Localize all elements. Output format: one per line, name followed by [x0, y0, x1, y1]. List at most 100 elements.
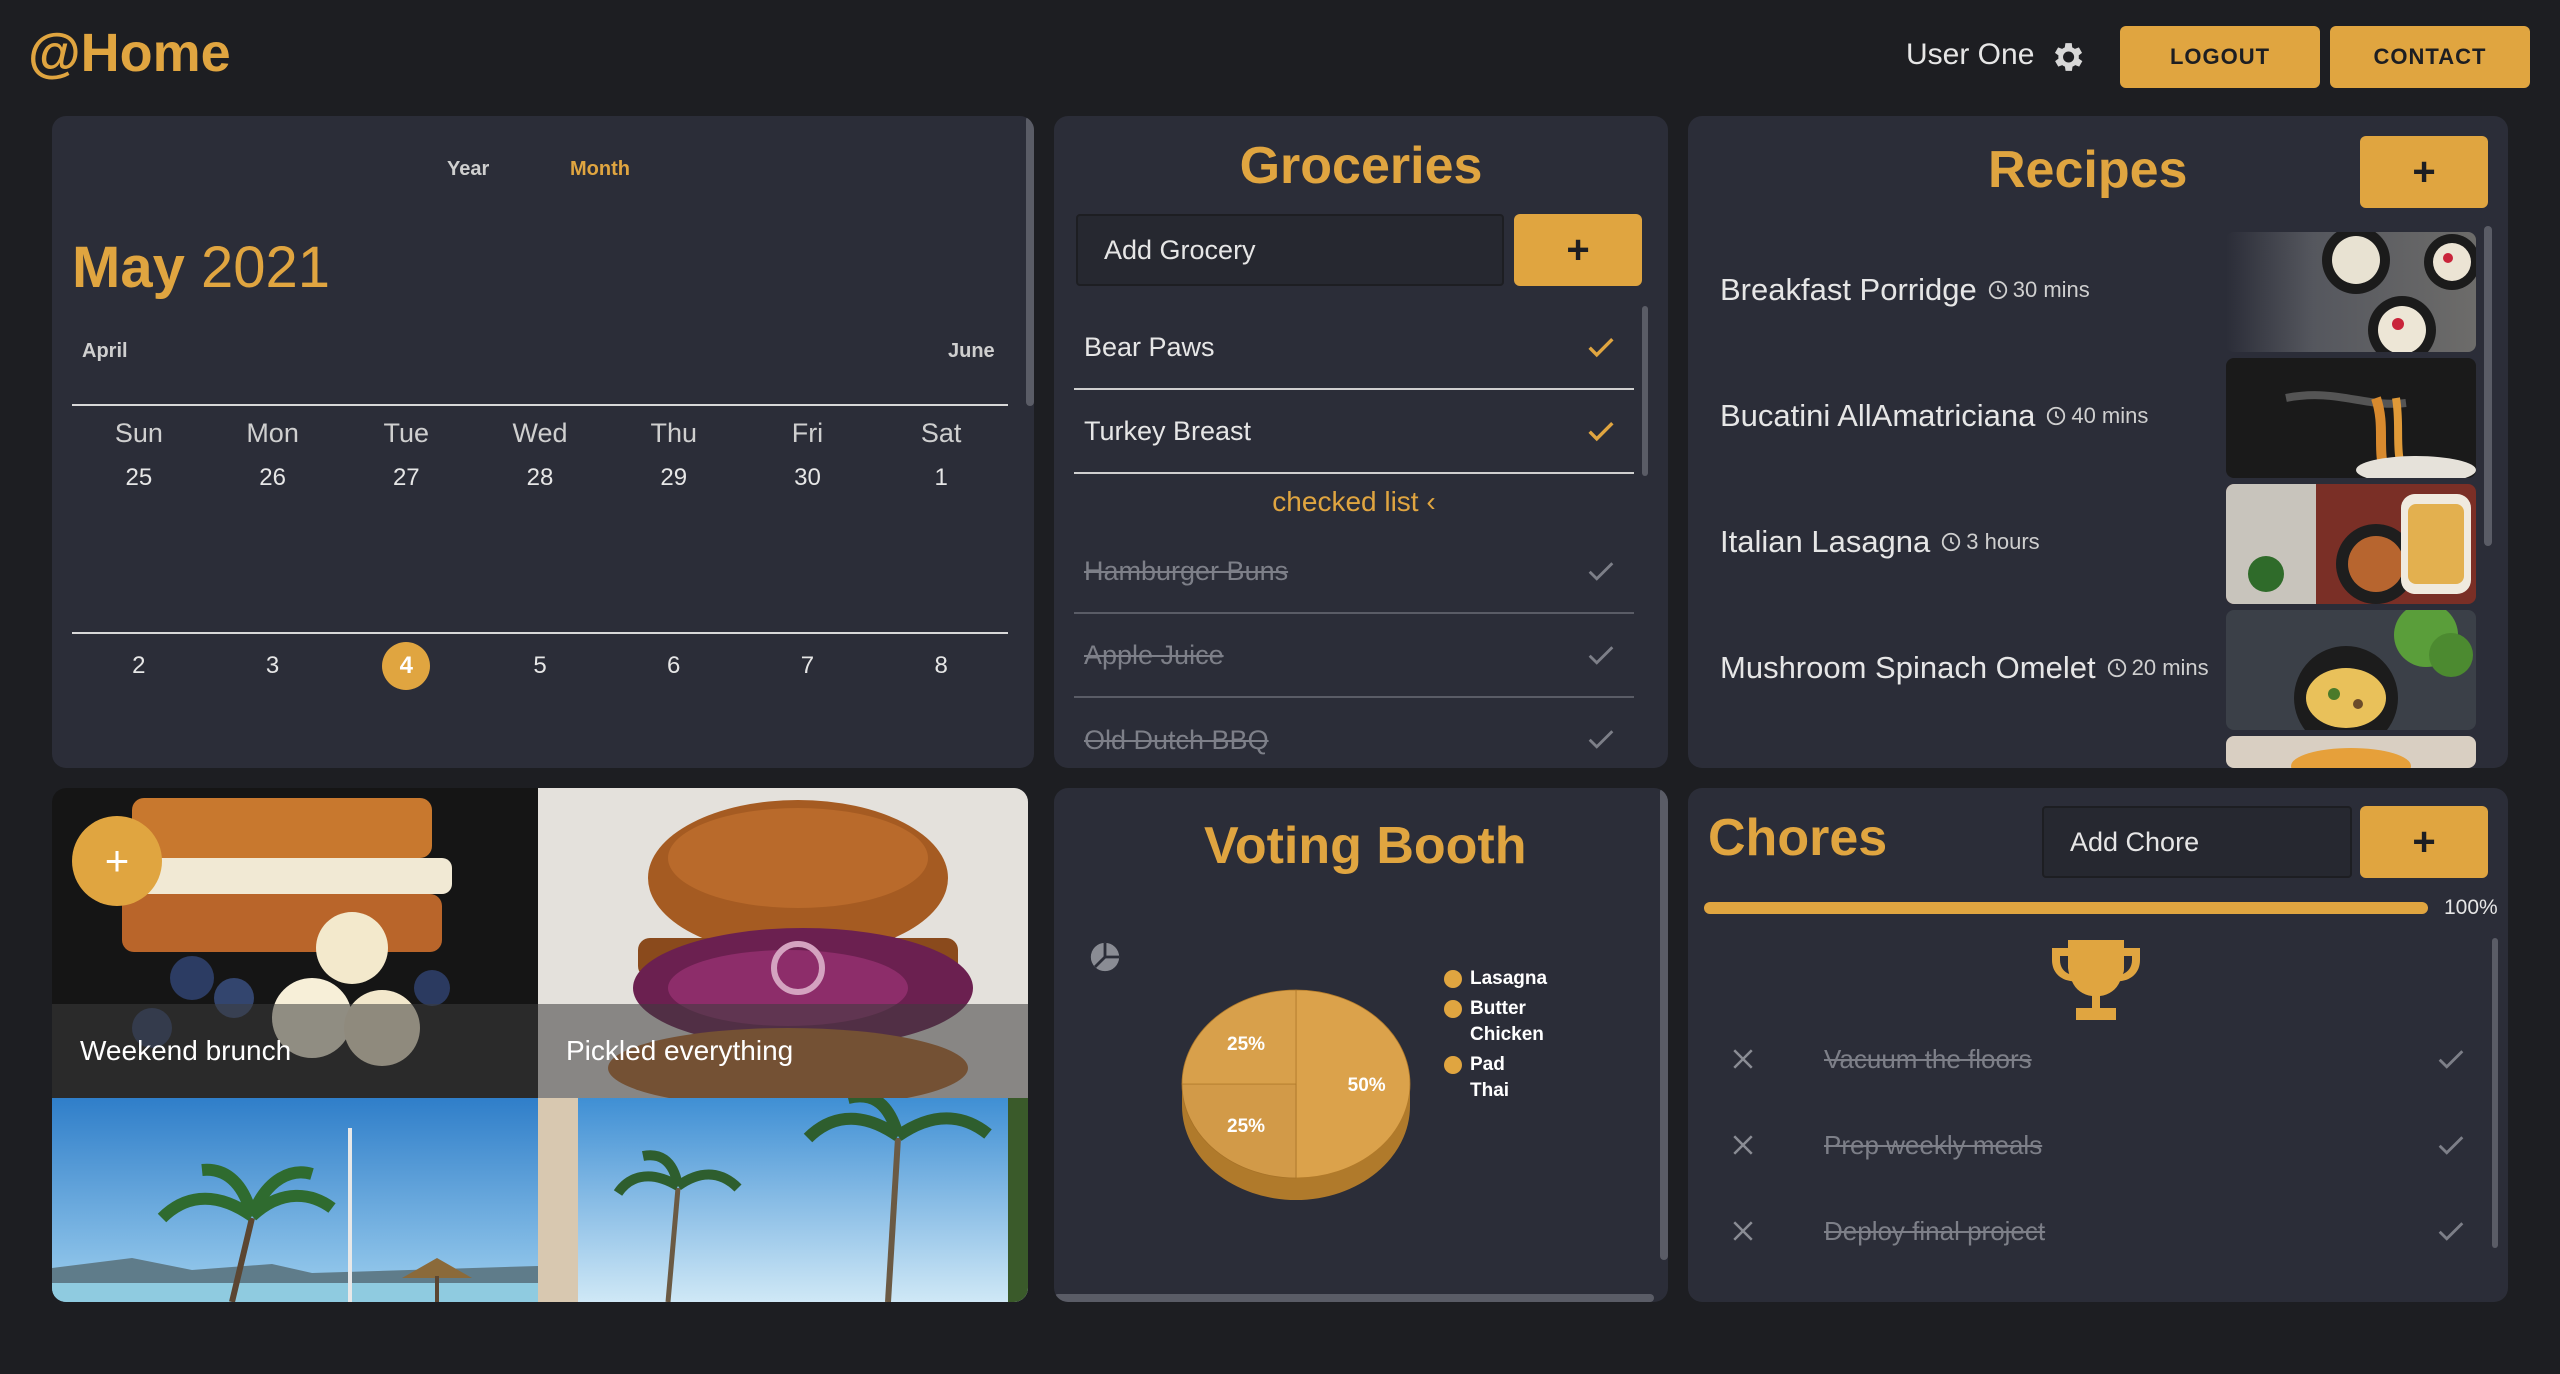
contact-button[interactable]: CONTACT — [2330, 26, 2530, 88]
calendar-today[interactable]: 4 — [382, 642, 431, 690]
legend-item[interactable]: Butter Chicken — [1444, 996, 1580, 1048]
calendar-day[interactable]: 5 — [473, 652, 607, 690]
calendar-prev-month[interactable]: April — [82, 340, 128, 363]
calendar-day[interactable]: 26 — [206, 464, 340, 492]
calendar-day[interactable]: 30 — [741, 464, 875, 492]
recipe-item[interactable]: Italian Lasagna 3 hours — [1720, 524, 2040, 560]
check-icon[interactable] — [1584, 554, 1618, 588]
pie-data-label: 25% — [1227, 1034, 1265, 1055]
calendar-week: 2 3 4 5 6 7 8 — [72, 642, 1008, 690]
groceries-scrollbar[interactable] — [1642, 306, 1648, 476]
calendar-next-month[interactable]: June — [948, 340, 995, 363]
close-icon[interactable] — [1728, 1216, 1758, 1246]
calendar-card: Year Month May 2021 April June Sun Mon T… — [52, 116, 1034, 768]
calendar-day[interactable]: 25 — [72, 464, 206, 492]
chores-title: Chores — [1708, 809, 1888, 867]
add-chore-button[interactable]: + — [2360, 806, 2488, 878]
weekday-label: Sun — [114, 418, 163, 448]
recipes-card: Recipes + Breakfast Porridge 30 mins Buc… — [1688, 116, 2508, 768]
calendar-day[interactable]: 28 — [473, 464, 607, 492]
grocery-input[interactable]: Add Grocery — [1076, 214, 1504, 286]
check-icon[interactable] — [2434, 1214, 2468, 1248]
recipe-image-lasagna[interactable] — [2226, 484, 2476, 604]
calendar-day[interactable]: 2 — [72, 652, 206, 690]
calendar-day[interactable]: 6 — [607, 652, 741, 690]
legend-swatch — [1444, 1056, 1462, 1074]
clock-icon — [1942, 532, 1961, 552]
gear-icon[interactable] — [2048, 38, 2086, 76]
weekday-label: Fri — [791, 418, 824, 448]
check-icon[interactable] — [1584, 638, 1618, 672]
recipe-item[interactable]: Mushroom Spinach Omelet 20 mins — [1720, 650, 2209, 686]
check-icon[interactable] — [2434, 1042, 2468, 1076]
recipe-image-bucatini[interactable] — [2226, 358, 2476, 478]
recipe-image-next[interactable] — [2226, 736, 2476, 768]
chore-input[interactable]: Add Chore — [2042, 806, 2352, 878]
clock-icon — [2107, 658, 2126, 678]
calendar-weekdays: Sun Mon Tue Wed Thu Fri Sat — [72, 418, 1008, 449]
close-icon[interactable] — [1728, 1130, 1758, 1160]
recipe-time: 30 mins — [2012, 277, 2090, 302]
check-icon[interactable] — [1584, 722, 1618, 756]
recipe-name: Breakfast Porridge — [1720, 272, 1977, 307]
calendar-day[interactable]: 1 — [874, 464, 1008, 492]
groceries-title: Groceries — [1239, 137, 1483, 195]
checked-grocery-item[interactable]: Apple Juice — [1074, 614, 1634, 698]
chore-label: Vacuum the floors — [1824, 1043, 2032, 1074]
checked-grocery-item[interactable]: Hamburger Buns — [1074, 530, 1634, 614]
calendar-month-toggle[interactable]: Month — [570, 158, 630, 181]
recipe-image-porridge[interactable] — [2226, 232, 2476, 352]
recipe-time: 3 hours — [1966, 529, 2040, 554]
legend-label: Butter Chicken — [1470, 998, 1544, 1045]
gallery-tile[interactable] — [52, 1098, 538, 1302]
gallery-tile[interactable]: + Weekend brunch — [52, 788, 538, 1098]
add-recipe-button[interactable]: + — [2360, 136, 2488, 208]
recipes-scrollbar[interactable] — [2484, 226, 2492, 546]
calendar-day[interactable]: 29 — [607, 464, 741, 492]
recipe-time: 40 mins — [2071, 403, 2149, 428]
calendar-day[interactable]: 8 — [874, 652, 1008, 690]
weekday-label: Sat — [920, 418, 962, 448]
grocery-item-label: Apple Juice — [1084, 639, 1224, 670]
checked-grocery-item[interactable]: Old Dutch BBQ — [1074, 698, 1634, 768]
recipe-item[interactable]: Breakfast Porridge 30 mins — [1720, 272, 2090, 308]
check-icon[interactable] — [2434, 1128, 2468, 1162]
chore-item[interactable]: Prep weekly meals — [1728, 1120, 2468, 1170]
chore-item[interactable]: Vacuum the floors — [1728, 1034, 2468, 1084]
calendar-day[interactable]: 3 — [206, 652, 340, 690]
calendar-year-toggle[interactable]: Year — [447, 158, 489, 181]
gallery-caption: Weekend brunch — [52, 1004, 538, 1098]
grocery-item[interactable]: Turkey Breast — [1074, 390, 1634, 474]
logout-button[interactable]: LOGOUT — [2120, 26, 2320, 88]
checked-list-toggle[interactable]: checked list ‹ — [1074, 474, 1634, 530]
recipe-item[interactable]: Bucatini AllAmatriciana 40 mins — [1720, 398, 2148, 434]
gallery-tile[interactable] — [538, 1098, 1028, 1302]
weekday-label: Mon — [246, 418, 299, 448]
add-photo-button[interactable]: + — [72, 816, 162, 906]
add-grocery-button[interactable]: + — [1514, 214, 1642, 286]
calendar-year: 2021 — [200, 235, 330, 300]
legend-item[interactable]: Lasagna — [1444, 966, 1580, 992]
chore-item[interactable]: Deploy final project — [1728, 1206, 2468, 1256]
grocery-item-label: Old Dutch BBQ — [1084, 724, 1269, 755]
voting-vertical-scrollbar[interactable] — [1660, 788, 1668, 1260]
check-icon[interactable] — [1584, 330, 1618, 364]
calendar-day[interactable]: 27 — [339, 464, 473, 492]
gallery-tile[interactable]: Pickled everything — [538, 788, 1028, 1098]
chores-progress-label: 100% — [2444, 896, 2498, 919]
user-name[interactable]: User One — [1906, 38, 2034, 72]
calendar-scrollbar[interactable] — [1026, 116, 1034, 406]
check-icon[interactable] — [1584, 414, 1618, 448]
recipe-name: Italian Lasagna — [1720, 524, 1931, 559]
voting-horizontal-scrollbar[interactable] — [1054, 1294, 1654, 1302]
calendar-day[interactable]: 7 — [741, 652, 875, 690]
recipe-image-omelet[interactable] — [2226, 610, 2476, 730]
recipe-name: Mushroom Spinach Omelet — [1720, 650, 2096, 685]
calendar-divider — [72, 404, 1008, 406]
close-icon[interactable] — [1728, 1044, 1758, 1074]
gallery-caption: Pickled everything — [538, 1004, 1028, 1098]
legend-swatch — [1444, 970, 1462, 988]
grocery-item[interactable]: Bear Paws — [1074, 306, 1634, 390]
legend-item[interactable]: Pad Thai — [1444, 1052, 1580, 1104]
chores-scrollbar[interactable] — [2492, 938, 2498, 1248]
